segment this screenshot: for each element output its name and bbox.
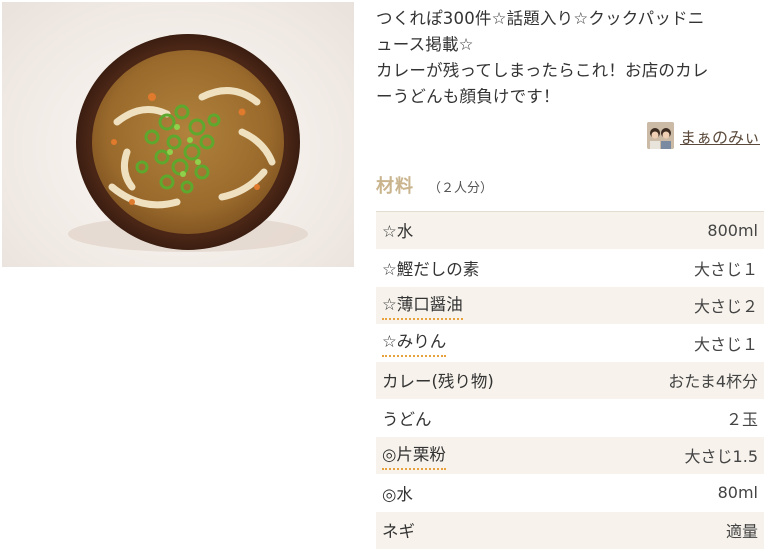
ingredient-name: ◎水 bbox=[382, 484, 413, 504]
ingredient-row: ◎片栗粉 大さじ1.5 bbox=[376, 437, 764, 475]
ingredient-amount: 800ml bbox=[707, 220, 758, 240]
author-name[interactable]: まぁのみぃ bbox=[680, 124, 760, 148]
ingredient-row: ☆薄口醤油 大さじ２ bbox=[376, 287, 764, 325]
recipe-photo[interactable] bbox=[2, 2, 354, 267]
ingredient-row: うどん ２玉 bbox=[376, 400, 764, 437]
ingredients-list: ☆水 800ml ☆鰹だしの素 大さじ１ ☆薄口醤油 大さじ２ ☆みりん 大さじ… bbox=[376, 211, 764, 550]
ingredient-amount: 大さじ1.5 bbox=[684, 447, 758, 467]
ingredient-name: うどん bbox=[382, 409, 432, 429]
avatar-photo-icon bbox=[646, 122, 674, 149]
ingredients-title: 材料 bbox=[376, 176, 414, 197]
ingredients-header: 材料 （２人分） bbox=[376, 172, 493, 198]
ingredient-name-link[interactable]: ☆薄口醤油 bbox=[382, 291, 463, 320]
curry-udon-image bbox=[68, 34, 308, 252]
ingredient-name-link[interactable]: ◎片栗粉 bbox=[382, 441, 446, 470]
ingredient-name: ☆鰹だしの素 bbox=[382, 259, 480, 279]
description-line: ュース掲載☆ bbox=[376, 35, 474, 54]
servings: （２人分） bbox=[428, 181, 494, 196]
ingredient-amount: 80ml bbox=[717, 483, 758, 503]
ingredient-amount: 大さじ１ bbox=[693, 259, 758, 279]
ingredient-amount: 大さじ１ bbox=[693, 334, 758, 354]
ingredient-name: ネギ bbox=[382, 522, 415, 542]
ingredient-row: ☆みりん 大さじ１ bbox=[376, 325, 764, 362]
recipe-description: つくれぽ300件☆話題入り☆クックパッドニ ュース掲載☆ カレーが残ってしまった… bbox=[376, 6, 766, 110]
ingredient-amount: 大さじ２ bbox=[693, 297, 758, 317]
description-line: ーうどんも顔負けです！ bbox=[376, 87, 560, 106]
ingredient-name: カレー(残り物) bbox=[382, 372, 494, 392]
description-line: つくれぽ300件☆話題入り☆クックパッドニ bbox=[376, 9, 705, 28]
ingredient-row: ☆鰹だしの素 大さじ１ bbox=[376, 250, 764, 287]
avatar[interactable] bbox=[646, 122, 674, 149]
ingredient-row: カレー(残り物) おたま4杯分 bbox=[376, 362, 764, 400]
ingredient-row: ネギ 適量 bbox=[376, 512, 764, 550]
ingredient-name-link[interactable]: ☆みりん bbox=[382, 328, 447, 358]
description-line: カレーが残ってしまったらこれ！お店のカレ bbox=[376, 61, 709, 80]
recipe-info: つくれぽ300件☆話題入り☆クックパッドニ ュース掲載☆ カレーが残ってしまった… bbox=[376, 0, 766, 550]
author-link[interactable]: まぁのみぃ bbox=[646, 122, 760, 149]
ingredient-amount: ２玉 bbox=[725, 409, 758, 429]
ingredient-row: ◎水 80ml bbox=[376, 475, 764, 512]
ingredient-amount: おたま4杯分 bbox=[668, 372, 758, 392]
ingredient-amount: 適量 bbox=[725, 522, 758, 542]
ingredient-name: ☆水 bbox=[382, 222, 414, 242]
ingredient-row: ☆水 800ml bbox=[376, 212, 764, 250]
